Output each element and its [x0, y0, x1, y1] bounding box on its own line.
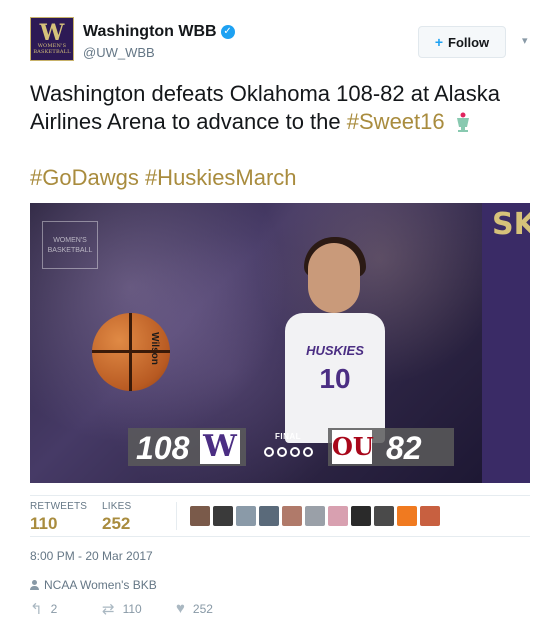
person-icon	[30, 580, 39, 590]
liker-avatar[interactable]	[236, 506, 256, 526]
liker-avatar[interactable]	[282, 506, 302, 526]
tweet-location[interactable]: NCAA Women's BKB	[30, 578, 157, 592]
away-score-panel: OU 82	[328, 428, 454, 466]
name-row: Washington WBB ✓	[83, 23, 235, 41]
retweets-stat[interactable]: RETWEETS 110	[30, 501, 87, 534]
home-score: 108	[136, 430, 190, 466]
retweets-value: 110	[30, 514, 58, 533]
user-handle[interactable]: @UW_WBB	[83, 45, 155, 60]
game-status: FINAL	[253, 428, 323, 466]
add-user-icon: +	[434, 34, 443, 50]
photo-logo-watermark: WOMEN'S BASKETBALL	[42, 221, 98, 269]
liker-avatar[interactable]	[420, 506, 440, 526]
retweets-label: RETWEETS	[30, 501, 88, 512]
tweet-photo[interactable]: WOMEN'S BASKETBALL SKIES HUSKIES 10 Wils…	[30, 203, 530, 483]
jersey-number: 10	[319, 363, 351, 394]
tweet-header: W WOMEN'S BASKETBALL Washington WBB ✓ @U…	[30, 17, 540, 67]
photo-banner: SKIES	[482, 203, 530, 483]
reply-count: 2	[50, 602, 58, 616]
liker-avatar[interactable]	[328, 506, 348, 526]
likes-value: 252	[102, 514, 131, 533]
jersey-name: HUSKIES	[306, 343, 364, 358]
liker-avatar[interactable]	[190, 506, 210, 526]
retweet-count: 110	[122, 602, 142, 616]
tweet-text: Washington defeats Oklahoma 108-82 at Al…	[30, 80, 530, 136]
stats-divider	[176, 502, 177, 530]
player-head	[308, 243, 360, 313]
display-name[interactable]: Washington WBB	[83, 23, 217, 41]
like-count: 252	[192, 601, 213, 616]
retweet-button[interactable]: ⇄ 110	[102, 600, 142, 618]
away-team-logo: OU	[332, 430, 374, 464]
game-status-label: FINAL	[274, 432, 302, 441]
tweet-stats: RETWEETS 110 LIKES 252	[30, 495, 530, 537]
avatar-subtext: WOMEN'S BASKETBALL	[33, 43, 71, 55]
liker-avatar[interactable]	[351, 506, 371, 526]
period-dot	[302, 447, 313, 457]
ball-brand: Wilson	[148, 332, 160, 365]
liker-avatar[interactable]	[374, 506, 394, 526]
home-score-panel: 108 W	[128, 428, 246, 466]
reply-button[interactable]: ↰ 2	[30, 600, 57, 618]
likes-stat[interactable]: LIKES 252	[102, 501, 131, 534]
basketball: Wilson	[92, 313, 170, 391]
heart-icon: ♥	[176, 600, 185, 617]
period-dots	[253, 447, 323, 457]
follow-label: Follow	[448, 34, 490, 50]
like-button[interactable]: ♥ 252	[176, 600, 213, 617]
period-dot	[289, 447, 300, 457]
verified-badge-icon: ✓	[220, 25, 235, 39]
period-dot	[263, 447, 274, 457]
location-label: NCAA Women's BKB	[44, 578, 157, 592]
likes-label: LIKES	[102, 501, 132, 512]
tweet-timestamp[interactable]: 8:00 PM - 20 Mar 2017	[30, 549, 153, 563]
away-score: 82	[386, 430, 422, 466]
avatar[interactable]: W WOMEN'S BASKETBALL	[30, 17, 74, 61]
liker-avatar[interactable]	[305, 506, 325, 526]
liker-avatar[interactable]	[259, 506, 279, 526]
avatar-letter: W	[39, 20, 65, 46]
hashtag-sweet16[interactable]: #Sweet16	[347, 109, 445, 134]
banner-text: SKIES	[492, 207, 530, 242]
sweet16-glass-icon	[456, 112, 469, 132]
tweet-actions: ↰ 2 ⇄ 110 ♥ 252	[30, 600, 330, 620]
retweet-icon: ⇄	[102, 601, 115, 618]
chevron-down-icon[interactable]: ▾	[522, 34, 528, 47]
reply-icon: ↰	[30, 601, 43, 618]
follow-button[interactable]: + Follow	[418, 26, 506, 58]
liker-avatars	[190, 506, 440, 526]
scoreboard: 108 W FINAL OU 82	[128, 428, 458, 466]
period-dot	[276, 447, 287, 457]
liker-avatar[interactable]	[213, 506, 233, 526]
liker-avatar[interactable]	[397, 506, 417, 526]
home-team-logo: W	[200, 430, 240, 464]
hashtags-line[interactable]: #GoDawgs #HuskiesMarch	[30, 165, 297, 191]
